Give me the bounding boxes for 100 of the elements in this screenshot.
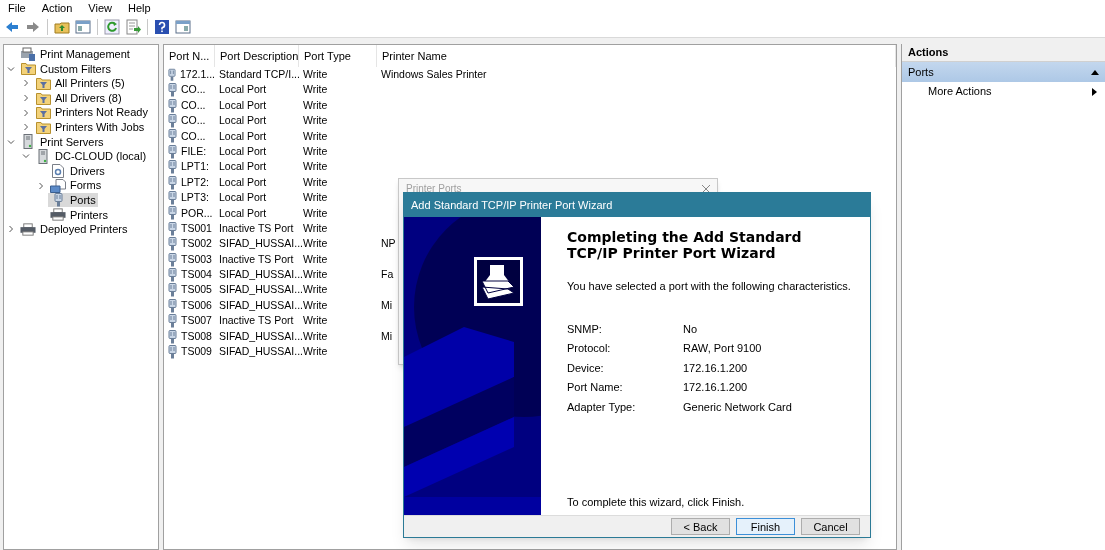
table-cell-text: Local Port xyxy=(219,97,267,113)
collapse-chevron-icon[interactable] xyxy=(22,152,30,161)
port-plug-icon xyxy=(168,314,177,329)
refresh-icon[interactable] xyxy=(104,18,120,35)
table-cell: LPT3: xyxy=(181,190,209,206)
table-cell-text: Write xyxy=(303,143,328,159)
expand-chevron-icon[interactable] xyxy=(7,225,15,234)
table-cell-text: Write xyxy=(303,236,328,252)
tree-item[interactable]: Drivers xyxy=(48,164,107,179)
tree-item[interactable]: Print Servers xyxy=(18,134,106,149)
tree-item[interactable]: Print Management xyxy=(18,47,132,62)
tree-item[interactable]: Printers Not Ready xyxy=(33,105,150,120)
tree-item[interactable]: Printers xyxy=(48,207,110,222)
table-cell-text: Local Port xyxy=(219,143,267,159)
printer-icon xyxy=(50,208,66,222)
table-cell-text: Write xyxy=(303,282,328,298)
table-cell-text: TS005 xyxy=(181,282,212,298)
actions-header: Actions xyxy=(902,44,1105,62)
expand-chevron-icon[interactable] xyxy=(22,123,30,132)
menu-item[interactable]: Action xyxy=(33,0,81,16)
column-header[interactable]: Printer Name xyxy=(377,45,896,67)
table-cell: Write xyxy=(303,313,328,329)
table-cell: Local Port xyxy=(219,190,267,206)
table-cell-text: Write xyxy=(303,174,328,190)
tree-item[interactable]: All Drivers (8) xyxy=(33,91,124,106)
tree-item[interactable]: Printers With Jobs xyxy=(33,120,147,135)
table-cell-text: TS006 xyxy=(181,297,212,313)
table-cell-text: Local Port xyxy=(219,174,267,190)
table-cell-text: FILE: xyxy=(181,143,207,159)
table-cell-text: Write xyxy=(303,67,328,82)
dialog-button[interactable]: Finish xyxy=(736,518,795,535)
column-header[interactable]: Port Type xyxy=(299,45,377,67)
wizard-footer-text: To complete this wizard, click Finish. xyxy=(567,494,746,510)
collapse-chevron-icon[interactable] xyxy=(7,137,15,146)
port-plug-icon xyxy=(168,160,177,175)
menu-item[interactable]: File xyxy=(0,0,34,16)
close-icon[interactable] xyxy=(702,184,710,193)
table-cell-text: CO... xyxy=(181,97,206,113)
port-plug-icon xyxy=(168,175,177,190)
wizard-heading: Completing the Add Standard TCP/IP Printer Port Wizard xyxy=(567,229,803,261)
table-cell: TS004 xyxy=(181,267,212,283)
table-cell-text: POR... xyxy=(181,205,213,221)
help-icon[interactable] xyxy=(154,18,170,35)
collapse-triangle-icon xyxy=(1091,69,1099,75)
port-plug-icon xyxy=(168,283,177,298)
tree-item[interactable]: Deployed Printers xyxy=(18,222,130,237)
actions-section-header[interactable]: Ports xyxy=(902,62,1105,82)
column-header[interactable]: Port Description xyxy=(215,45,299,67)
table-cell-text: 172.1... xyxy=(179,67,215,82)
table-cell-text: SIFAD_HUSSAI... xyxy=(219,236,304,252)
table-cell-text: NP xyxy=(381,236,396,252)
table-cell-text: Mi xyxy=(381,297,393,313)
expand-chevron-icon[interactable] xyxy=(37,181,45,190)
column-header[interactable]: Port N... xyxy=(164,45,215,67)
export-list-icon[interactable] xyxy=(125,18,141,35)
tree-item[interactable]: Forms xyxy=(48,178,104,193)
filter-folder-icon xyxy=(35,120,51,134)
dialog-title: Printer Ports xyxy=(406,183,462,194)
table-cell-text: Write xyxy=(303,328,328,344)
tree-item[interactable]: All Printers (5) xyxy=(33,76,127,91)
table-cell-text: TS001 xyxy=(181,220,212,236)
action-link[interactable]: More Actions xyxy=(902,82,1105,101)
pane-toggle-icon[interactable] xyxy=(75,18,91,35)
port-plug-icon xyxy=(168,267,177,282)
table-cell-text: Write xyxy=(303,128,328,144)
field-label: Protocol: xyxy=(567,341,612,357)
dialog-button[interactable]: < Back xyxy=(671,518,730,535)
table-cell-text: Local Port xyxy=(219,159,267,175)
port-plug-icon xyxy=(168,114,177,129)
port-plug-icon xyxy=(168,344,177,359)
table-cell-text: Write xyxy=(303,82,328,98)
server-icon xyxy=(23,134,33,150)
table-cell: Write xyxy=(303,344,328,360)
filter-folder-icon xyxy=(35,106,51,120)
port-plug-icon xyxy=(168,298,177,313)
menu-item[interactable]: View xyxy=(80,0,120,16)
field-label: Adapter Type: xyxy=(567,399,637,415)
expand-chevron-icon[interactable] xyxy=(22,94,30,103)
expand-chevron-icon[interactable] xyxy=(22,108,30,117)
filter-folder-icon xyxy=(35,77,51,90)
table-cell-text: Windows Sales Printer xyxy=(381,67,487,82)
port-plug-icon xyxy=(168,237,177,252)
tree-item[interactable]: DC-CLOUD (local) xyxy=(33,149,149,164)
tree-item[interactable]: Ports xyxy=(48,193,98,208)
collapse-chevron-icon[interactable] xyxy=(7,64,15,73)
table-cell-text: LPT1: xyxy=(181,159,209,175)
tree-item[interactable]: Custom Filters xyxy=(18,61,113,76)
wizard-title: Add Standard TCP/IP Printer Port Wizard xyxy=(411,197,613,213)
table-cell-text: TS008 xyxy=(181,328,212,344)
printer-icon xyxy=(20,222,36,236)
menu-item[interactable]: Help xyxy=(119,0,159,16)
dialog-button[interactable]: Cancel xyxy=(801,518,860,535)
forms-icon xyxy=(50,178,66,193)
port-plug-icon xyxy=(168,221,177,236)
action-pane-icon[interactable] xyxy=(175,18,191,35)
table-cell-text: Local Port xyxy=(219,128,267,144)
expand-chevron-icon[interactable] xyxy=(22,79,30,88)
field-label: Device: xyxy=(567,360,605,376)
table-cell-text: SIFAD_HUSSAI... xyxy=(219,282,304,298)
table-cell: Write xyxy=(303,267,328,283)
